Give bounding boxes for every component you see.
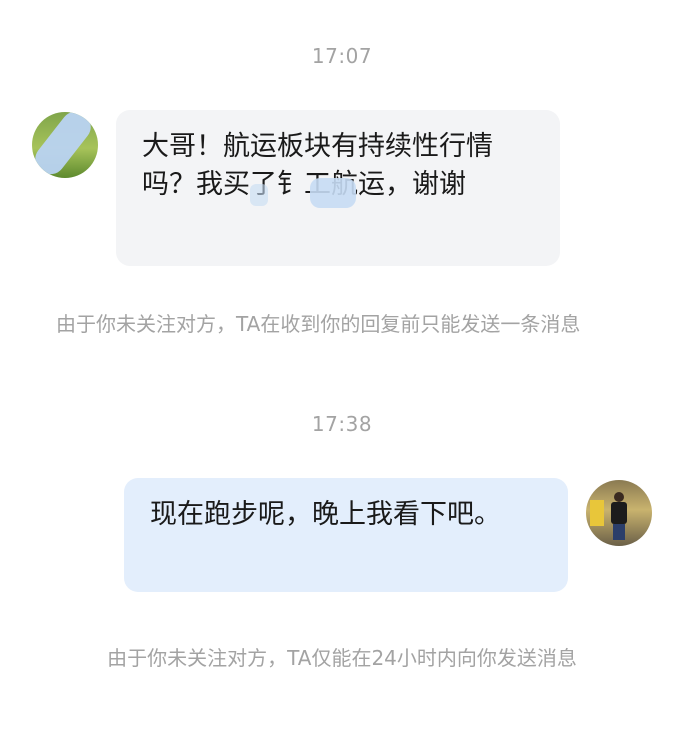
sender-avatar[interactable] <box>32 112 98 178</box>
outgoing-message-text: 现在跑步呢，晚上我看下吧。 <box>150 499 501 530</box>
avatar-person-body <box>611 502 627 524</box>
messaging-limit-notice: 由于你未关注对方，TA仅能在24小时内向你发送消息 <box>107 646 577 670</box>
avatar-person <box>614 492 624 502</box>
text-redaction <box>310 178 356 208</box>
avatar-person-legs <box>613 524 625 540</box>
text-redaction <box>250 184 268 206</box>
avatar-background-sign <box>590 500 604 526</box>
follow-notice: 由于你未关注对方，TA在收到你的回复前只能发送一条消息 <box>56 312 581 336</box>
avatar-redaction <box>32 112 97 178</box>
self-avatar[interactable] <box>586 480 652 546</box>
chat-thread: 17:07 大哥！航运板块有持续性行情吗？我买了钅工航运，谢谢 由于你未关注对方… <box>0 0 684 750</box>
message-timestamp: 17:07 <box>311 44 373 68</box>
message-timestamp: 17:38 <box>311 412 373 436</box>
outgoing-message-bubble[interactable]: 现在跑步呢，晚上我看下吧。 <box>124 478 568 592</box>
